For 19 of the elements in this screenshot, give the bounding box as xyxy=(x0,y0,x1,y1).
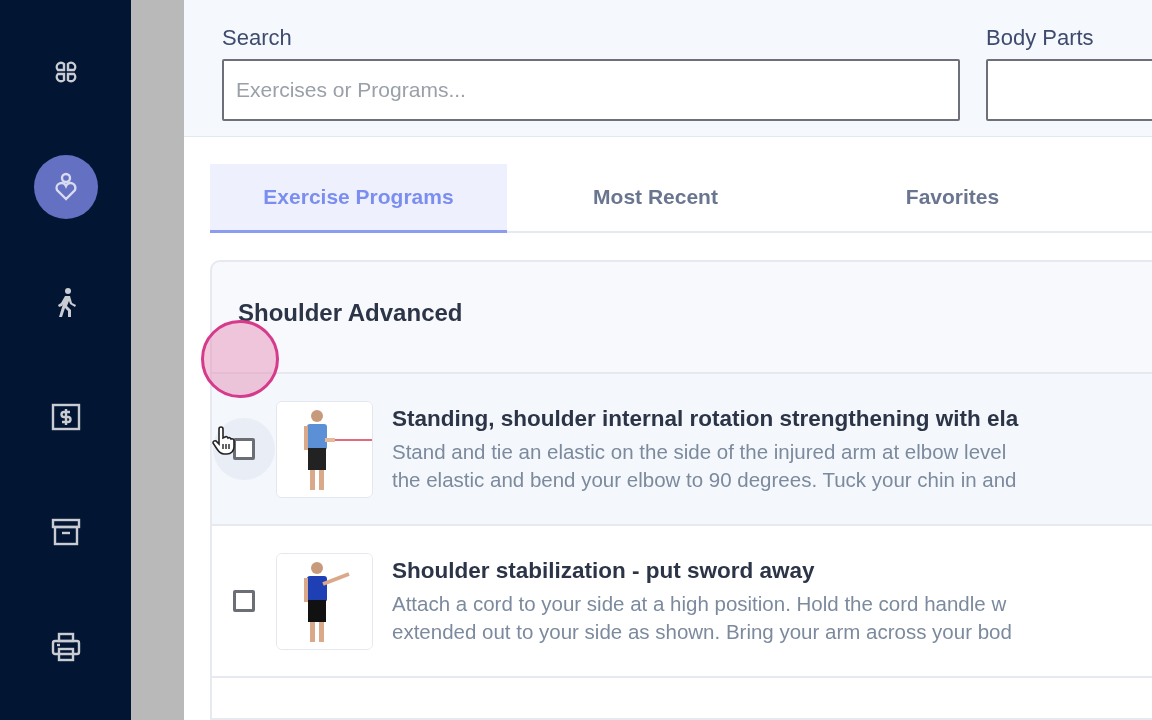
field-label: Search xyxy=(222,25,293,51)
exercise-description: extended out to your side as shown. Bring your arm across your bod xyxy=(392,620,1012,644)
archive-box-icon xyxy=(50,518,81,546)
printer-icon xyxy=(50,632,81,662)
program-title: Shoulder Advanced xyxy=(237,298,464,328)
dollar-bill-icon xyxy=(50,403,81,431)
checkbox[interactable] xyxy=(233,590,255,612)
exercise-description: the elastic and bend your elbow to 90 degrees. Tuck your chin in and xyxy=(392,468,1018,492)
search-field[interactable]: Exercises or Programs... xyxy=(222,59,960,121)
field-label: Body Parts xyxy=(986,25,1095,51)
tab[interactable]: Most Recent xyxy=(507,163,804,233)
tab[interactable]: Exercise Programs xyxy=(210,163,507,233)
exercise-title: Standing, shoulder internal rotation strengthening with ela xyxy=(392,406,1019,432)
exercise-title: Shoulder stabilization - put sword away xyxy=(392,558,816,584)
checkbox[interactable] xyxy=(233,438,255,460)
exercise-row[interactable]: Shoulder stabilization - put sword away Attach a cord to your side at a high position. Hold the cord handle w extended out to your side as shown. Bring your arm across your bod xyxy=(212,524,1152,676)
exercise-description: Stand and tie an elastic on the side of the injured arm at elbow level xyxy=(392,440,1008,464)
exercise-description: Attach a cord to your side at a high position. Hold the cord handle w xyxy=(392,592,1008,616)
tab[interactable]: Favorites xyxy=(804,163,1101,233)
